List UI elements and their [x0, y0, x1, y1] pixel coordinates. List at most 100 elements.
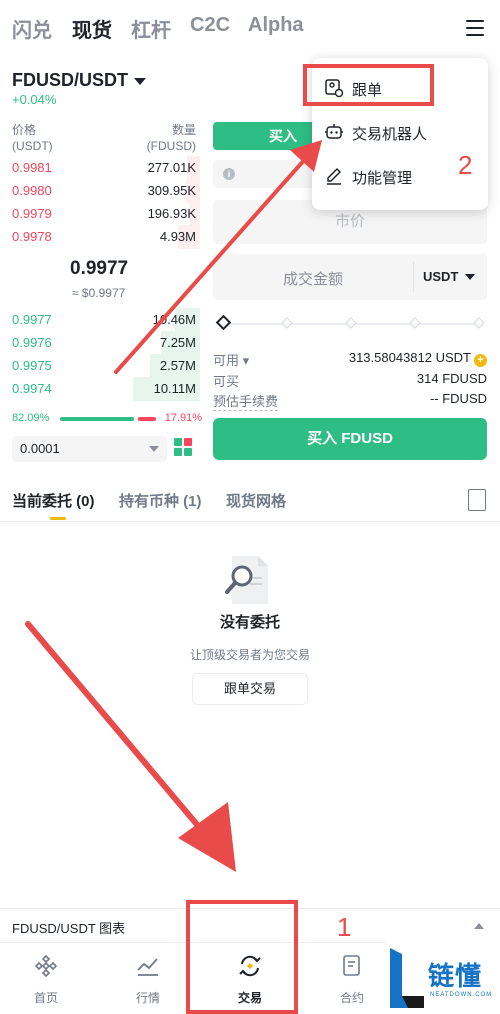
search-document-icon: [225, 556, 268, 604]
qty-header: 数量 (FDUSD): [146, 123, 196, 153]
tab-alpha[interactable]: Alpha: [248, 14, 304, 37]
empty-subtitle: 让顶级交易者为您交易: [189, 648, 310, 662]
fee-label[interactable]: 预估手续费: [213, 391, 279, 411]
order-price: 0.9975: [12, 358, 52, 373]
watermark: 链懂 NEATDOWN.COM: [386, 942, 500, 1014]
annotation-number-1: 1: [337, 912, 352, 942]
ask-row[interactable]: 0.9980 309.95K: [0, 179, 200, 203]
last-price-fiat: ≈ $0.9977: [72, 286, 126, 300]
order-qty: 10.46M: [152, 312, 196, 327]
caret-down-icon: [134, 77, 146, 85]
tab-margin[interactable]: 杠杆: [131, 14, 171, 43]
order-qty: 10.11M: [153, 381, 196, 396]
can-buy-value: 314 FDUSD: [416, 371, 487, 386]
plus-icon[interactable]: +: [474, 354, 487, 367]
caret-down-icon: [149, 446, 159, 452]
menu-item-trading-bot[interactable]: 交易机器人: [312, 110, 488, 154]
bid-row[interactable]: 0.9975 2.57M: [0, 354, 200, 378]
can-buy-row: 可买 314 FDUSD: [213, 371, 487, 389]
slider-step[interactable]: [409, 317, 421, 329]
tab-spot[interactable]: 现货: [72, 14, 112, 43]
order-qty: 7.25M: [159, 335, 196, 350]
slider-step[interactable]: [345, 317, 357, 329]
buy-sell-ratio: 82.09% 17.91%: [12, 412, 202, 426]
bid-row[interactable]: 0.9977 10.46M: [0, 308, 200, 332]
active-tab-indicator: [50, 517, 66, 520]
order-price: 0.9979: [12, 206, 52, 221]
order-tabs: 当前委托 (0) 持有币种 (1) 现货网格: [0, 480, 500, 522]
caret-down-icon: [465, 274, 475, 280]
copy-trade-button[interactable]: 跟单交易: [192, 673, 308, 705]
tab-holdings[interactable]: 持有币种 (1): [119, 490, 202, 511]
amount-slider[interactable]: [215, 314, 485, 331]
nav-label: 行情: [135, 991, 160, 1005]
empty-title: 没有委托: [219, 614, 280, 631]
pair-selector[interactable]: FDUSD/USDT: [12, 70, 146, 91]
order-price: 0.9974: [12, 381, 52, 396]
available-value: 313.58043812 USDT: [348, 350, 471, 365]
order-type-select[interactable]: i: [213, 160, 323, 188]
pair-name: FDUSD/USDT: [12, 70, 128, 90]
tab-c2c[interactable]: C2C: [190, 14, 230, 37]
order-qty: 2.57M: [159, 358, 196, 373]
precision-select[interactable]: 0.0001: [12, 436, 167, 462]
annotation-box-trade-tab: [186, 900, 298, 1014]
order-price: 0.9981: [12, 160, 52, 175]
buy-ratio: 82.09%: [12, 412, 50, 424]
amount-input[interactable]: 成交金额 USDT: [213, 254, 487, 300]
order-price: 0.9980: [12, 183, 52, 198]
order-qty: 309.95K: [147, 183, 196, 198]
nav-label: 首页: [33, 991, 58, 1005]
watermark-text: 链懂: [428, 961, 483, 991]
top-tabs: 闪兑 现货 杠杆 C2C Alpha: [0, 0, 500, 58]
order-history-icon[interactable]: [468, 489, 486, 511]
available-label[interactable]: 可用 ▾: [213, 350, 249, 369]
amount-placeholder: 成交金额: [282, 271, 343, 288]
slider-handle[interactable]: [215, 314, 232, 331]
tab-open-orders[interactable]: 当前委托 (0): [12, 490, 95, 511]
orderbook-layout-icon[interactable]: [174, 438, 194, 458]
home-icon: [34, 954, 58, 978]
order-qty: 4.93M: [159, 229, 196, 244]
chart-trend-icon: [137, 958, 158, 976]
watermark-logo-icon: [390, 948, 424, 1008]
ask-row[interactable]: 0.9979 196.93K: [0, 202, 200, 226]
order-price: 0.9977: [12, 312, 52, 327]
order-qty: 277.01K: [147, 160, 196, 175]
amount-unit-select[interactable]: USDT: [423, 269, 458, 284]
tab-convert[interactable]: 闪兑: [12, 14, 52, 43]
fee-value: -- FDUSD: [429, 391, 487, 406]
menu-item-label: 功能管理: [352, 170, 413, 187]
can-buy-label: 可买: [213, 374, 240, 389]
slider-step[interactable]: [473, 317, 485, 329]
nav-markets[interactable]: 行情: [108, 951, 188, 1007]
nav-futures[interactable]: 合约: [312, 951, 392, 1007]
futures-icon: [343, 955, 360, 976]
sell-ratio: 17.91%: [164, 412, 202, 424]
annotation-number-2: 2: [458, 150, 473, 180]
robot-icon: [325, 124, 343, 139]
buy-button[interactable]: 买入 FDUSD: [213, 418, 487, 460]
order-price: 0.9978: [12, 229, 52, 244]
bid-row[interactable]: 0.9974 10.11M: [0, 377, 200, 401]
last-price: 0.9977: [70, 258, 129, 279]
menu-item-label: 交易机器人: [352, 126, 428, 143]
order-qty: 196.93K: [147, 206, 196, 221]
nav-label: 合约: [339, 991, 364, 1005]
nav-home[interactable]: 首页: [6, 951, 86, 1007]
menu-icon[interactable]: [466, 20, 484, 36]
tab-spot-grid[interactable]: 现货网格: [226, 490, 286, 511]
edit-icon: [327, 168, 341, 185]
caret-up-icon[interactable]: [474, 923, 484, 929]
slider-step[interactable]: [281, 317, 293, 329]
watermark-subtext: NEATDOWN.COM: [430, 992, 493, 998]
chart-label: FDUSD/USDT 图表: [12, 921, 126, 936]
info-icon[interactable]: i: [223, 168, 235, 180]
ask-row[interactable]: 0.9978 4.93M: [0, 225, 200, 249]
order-price: 0.9976: [12, 335, 52, 350]
fee-row: 预估手续费 -- FDUSD: [213, 391, 487, 411]
bid-row[interactable]: 0.9976 7.25M: [0, 331, 200, 355]
ask-row[interactable]: 0.9981 277.01K: [0, 156, 200, 180]
price-header: 价格 (USDT): [12, 123, 53, 153]
buy-ratio-bar: [60, 417, 134, 421]
